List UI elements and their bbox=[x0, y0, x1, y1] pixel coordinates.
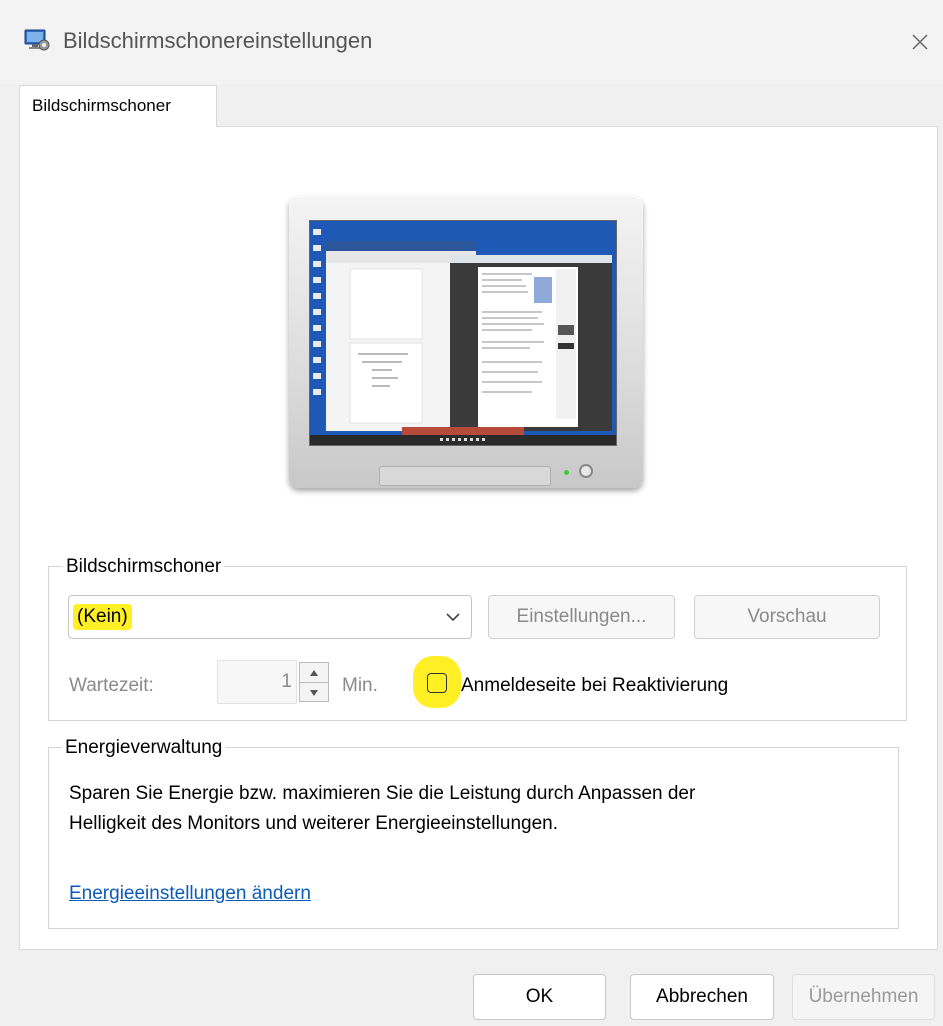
title-bar: Bildschirmschonereinstellungen bbox=[0, 0, 943, 84]
cancel-button[interactable]: Abbrechen bbox=[630, 974, 774, 1020]
screensaver-group bbox=[48, 566, 907, 721]
screensaver-dropdown-value: (Kein) bbox=[73, 604, 132, 630]
power-description-line2: Helligkeit des Monitors und weiterer Ene… bbox=[69, 813, 558, 834]
chevron-down-icon bbox=[445, 610, 461, 628]
apply-button[interactable]: Übernehmen bbox=[792, 974, 935, 1020]
preview-screen bbox=[309, 220, 617, 446]
tab-bildschirmschoner[interactable]: Bildschirmschoner bbox=[19, 85, 217, 127]
monitor-settings-icon bbox=[24, 28, 50, 52]
power-led bbox=[564, 470, 569, 475]
close-icon bbox=[912, 34, 928, 50]
wait-label: Wartezeit: bbox=[69, 675, 154, 696]
spin-up-icon[interactable] bbox=[300, 663, 328, 683]
preview-button[interactable]: Vorschau bbox=[694, 595, 880, 639]
power-description: Sparen Sie Energie bzw. maximieren Sie d… bbox=[69, 779, 869, 839]
power-settings-link[interactable]: Energieeinstellungen ändern bbox=[69, 883, 311, 905]
monitor-preview bbox=[289, 196, 643, 488]
settings-button-label: Einstellungen... bbox=[516, 606, 647, 627]
power-button-icon bbox=[579, 464, 593, 478]
ok-button[interactable]: OK bbox=[473, 974, 606, 1020]
preview-button-label: Vorschau bbox=[747, 606, 827, 627]
logon-checkbox[interactable] bbox=[427, 673, 447, 693]
window-title: Bildschirmschonereinstellungen bbox=[63, 28, 373, 53]
wait-unit: Min. bbox=[342, 675, 378, 696]
cancel-button-label: Abbrechen bbox=[656, 986, 748, 1007]
wait-spinner[interactable] bbox=[299, 662, 329, 702]
power-group-title: Energieverwaltung bbox=[62, 737, 226, 759]
screensaver-dropdown[interactable]: (Kein) bbox=[68, 595, 472, 639]
power-description-line1: Sparen Sie Energie bzw. maximieren Sie d… bbox=[69, 783, 696, 804]
tab-label: Bildschirmschoner bbox=[32, 96, 171, 115]
apply-button-label: Übernehmen bbox=[808, 986, 919, 1007]
settings-button[interactable]: Einstellungen... bbox=[488, 595, 675, 639]
wait-input[interactable]: 1 bbox=[217, 660, 297, 704]
screensaver-group-title: Bildschirmschoner bbox=[63, 556, 225, 578]
ok-button-label: OK bbox=[525, 986, 554, 1007]
close-button[interactable] bbox=[900, 24, 940, 60]
monitor-slot bbox=[379, 466, 551, 486]
spin-down-icon[interactable] bbox=[300, 683, 328, 702]
logon-checkbox-label[interactable]: Anmeldeseite bei Reaktivierung bbox=[461, 675, 728, 697]
